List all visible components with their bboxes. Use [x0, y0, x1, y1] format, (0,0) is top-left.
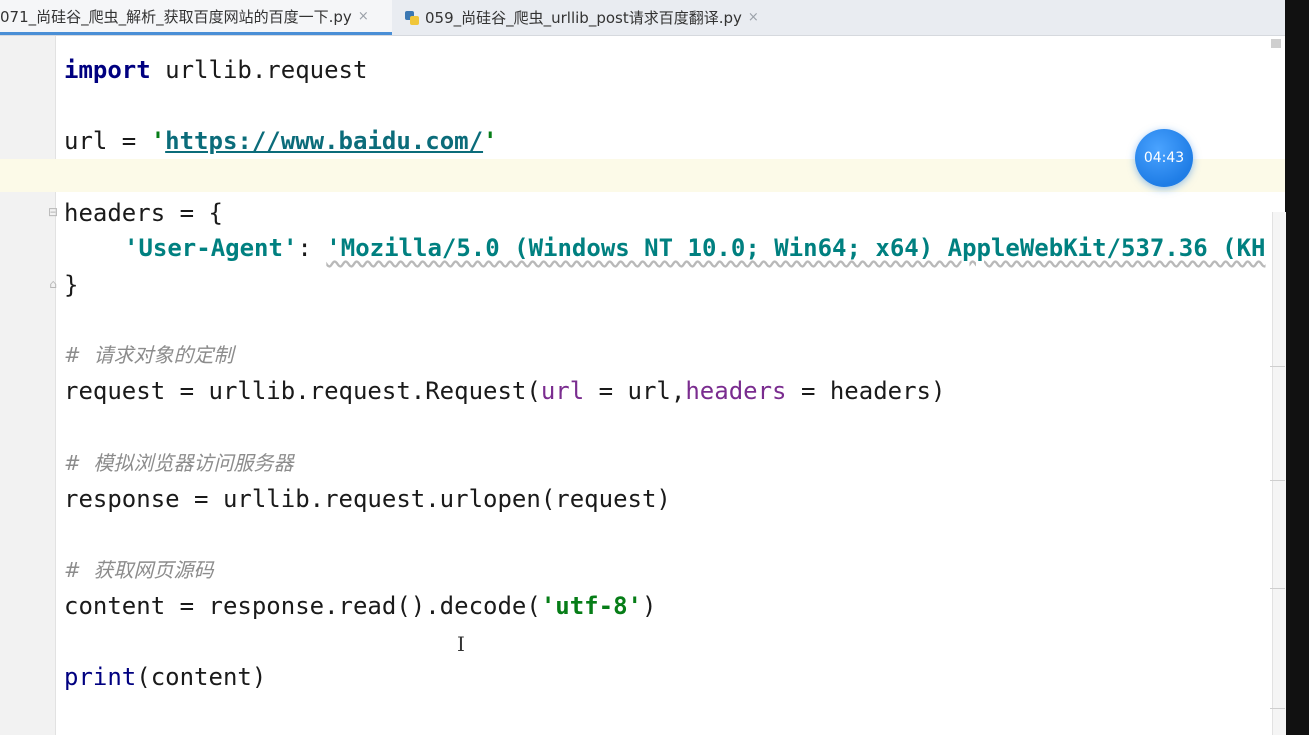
editor-scrollbar[interactable]: [1272, 212, 1286, 735]
current-line-highlight: [0, 159, 1285, 192]
editor-tab-bar: 071_尚硅谷_爬虫_解析_获取百度网站的百度一下.py × 059_尚硅谷_爬…: [0, 0, 1285, 36]
code-line-request: request = urllib.request.Request(url = u…: [64, 376, 945, 406]
url-string[interactable]: https://www.baidu.com/: [165, 127, 483, 155]
arg: = headers): [786, 377, 946, 405]
recording-timer: 04:43: [1135, 129, 1193, 187]
text-cursor-icon: I: [457, 632, 465, 656]
dict-key: 'User-Agent': [124, 234, 298, 262]
line-gutter: [0, 36, 56, 735]
quote: ': [483, 127, 498, 155]
code-line-user-agent: 'User-Agent': 'Mozilla/5.0 (Windows NT 1…: [124, 233, 1266, 263]
fold-open-icon[interactable]: ⊟: [47, 206, 59, 219]
code-line-print: print(content): [64, 662, 266, 692]
comment-source: # 获取网页源码: [64, 558, 214, 582]
comment-request: # 请求对象的定制: [64, 343, 234, 367]
code-line-import: import urllib.request: [64, 55, 367, 85]
tab-059[interactable]: 059_尚硅谷_爬虫_urllib_post请求百度翻译.py ×: [404, 0, 759, 35]
url-assign: url =: [64, 127, 151, 155]
close-icon[interactable]: ×: [748, 10, 759, 25]
close-icon[interactable]: ×: [358, 9, 369, 24]
code-line-headers-close: }: [64, 271, 79, 299]
module-name: urllib.request: [150, 56, 368, 84]
scrollbar-marker: [1270, 366, 1285, 367]
code-line-headers-open: headers = {: [64, 199, 223, 227]
scrollbar-marker: [1270, 708, 1285, 709]
builtin-print: print: [64, 663, 137, 691]
scrollbar-marker: [1270, 588, 1285, 589]
arg: = url,: [584, 377, 686, 405]
request-call: request = urllib.request.Request(: [64, 377, 541, 405]
keyword-import: import: [64, 56, 151, 84]
tab-label: 059_尚硅谷_爬虫_urllib_post请求百度翻译.py: [425, 9, 742, 27]
param-headers: headers: [685, 377, 787, 405]
code-line-response: response = urllib.request.urlopen(reques…: [64, 485, 671, 513]
tab-071-active[interactable]: 071_尚硅谷_爬虫_解析_获取百度网站的百度一下.py ×: [0, 0, 392, 35]
print-args: (content): [136, 663, 267, 691]
window-edge: [1285, 0, 1309, 735]
colon: :: [297, 234, 327, 262]
paren: ): [641, 592, 657, 620]
tab-label: 071_尚硅谷_爬虫_解析_获取百度网站的百度一下.py: [0, 7, 352, 26]
python-file-icon: [404, 10, 420, 26]
inspection-marker: [1271, 39, 1281, 48]
code-line-url: url = 'https://www.baidu.com/': [64, 126, 498, 156]
comment-browser: # 模拟浏览器访问服务器: [64, 451, 294, 475]
scrollbar-marker: [1270, 480, 1285, 481]
param-url: url: [540, 377, 585, 405]
code-line-content: content = response.read().decode('utf-8'…: [64, 591, 656, 621]
quote: ': [150, 127, 166, 155]
decode-call: content = response.read().decode(: [64, 592, 541, 620]
user-agent-string: 'Mozilla/5.0 (Windows NT 10.0; Win64; x6…: [326, 234, 1266, 262]
fold-close-icon[interactable]: ⌂: [47, 278, 59, 291]
encoding-string: 'utf-8': [540, 592, 642, 620]
